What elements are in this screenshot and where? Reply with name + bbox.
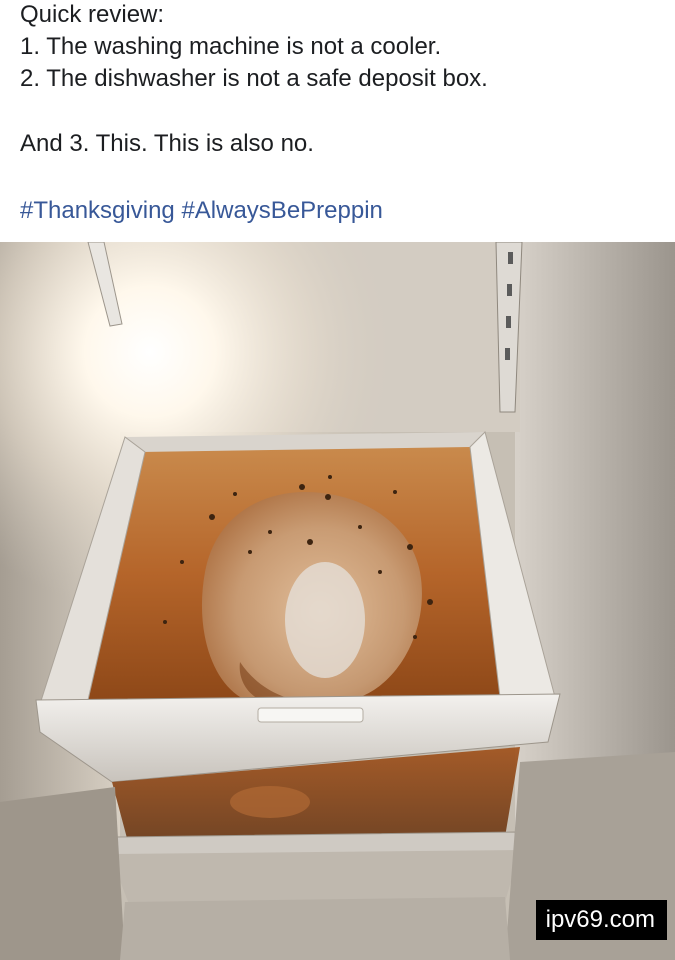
watermark-label: ipv69.com [535,900,667,940]
hashtag-row: #Thanksgiving #AlwaysBePreppin [20,196,383,226]
post-line-3: And 3. This. This is also no. [20,130,314,157]
post-line-title: Quick review: [20,1,165,28]
post-text: Quick review: 1. The washing machine is … [0,0,675,242]
post-line-2: 2. The dishwasher is not a safe deposit … [20,65,488,92]
hashtag-alwaysbepreppin[interactable]: #AlwaysBePreppin [181,197,382,224]
post-line-1: 1. The washing machine is not a cooler. [20,33,442,60]
fridge-turkey-image [0,242,675,960]
post-photo[interactable]: ipv69.com [0,242,675,960]
hashtag-thanksgiving[interactable]: #Thanksgiving [20,197,175,224]
